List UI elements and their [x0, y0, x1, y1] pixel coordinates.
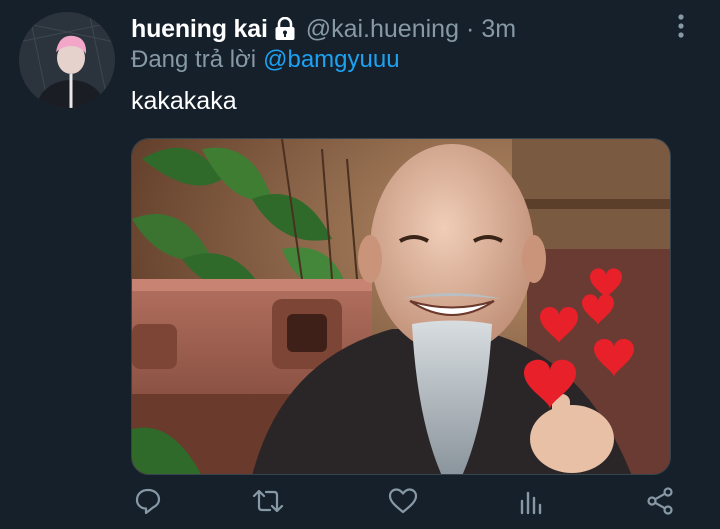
share-icon	[646, 486, 674, 520]
like-button[interactable]	[386, 486, 420, 520]
analytics-button[interactable]	[514, 486, 548, 520]
tweet-actions-bar	[0, 486, 720, 524]
share-button[interactable]	[643, 486, 677, 520]
reply-prefix: Đang trả lời	[131, 46, 257, 73]
reply-button[interactable]	[131, 486, 165, 520]
tweet-header: huening kai @kai.huening · 3m	[131, 12, 516, 46]
separator-dot: ·	[465, 14, 475, 43]
lock-icon	[274, 16, 296, 41]
tweet-text: kakakaka	[131, 87, 237, 115]
more-button[interactable]	[668, 13, 694, 44]
heart-icon	[388, 487, 418, 520]
reply-icon	[134, 487, 162, 520]
display-name[interactable]: huening kai	[131, 15, 268, 44]
reply-mention-link[interactable]: @bamgyuuu	[263, 46, 399, 74]
avatar[interactable]	[19, 12, 115, 108]
tweet-media-image[interactable]	[131, 138, 671, 475]
more-vertical-icon	[676, 13, 686, 44]
user-handle[interactable]: @kai.huening	[306, 15, 459, 44]
analytics-icon	[517, 487, 545, 520]
retweet-icon	[252, 487, 284, 520]
tweet[interactable]: huening kai @kai.huening · 3m Đang trả l…	[0, 0, 720, 529]
reply-context: Đang trả lời @bamgyuuu	[131, 45, 400, 75]
retweet-button[interactable]	[251, 486, 285, 520]
timestamp[interactable]: 3m	[481, 15, 516, 44]
